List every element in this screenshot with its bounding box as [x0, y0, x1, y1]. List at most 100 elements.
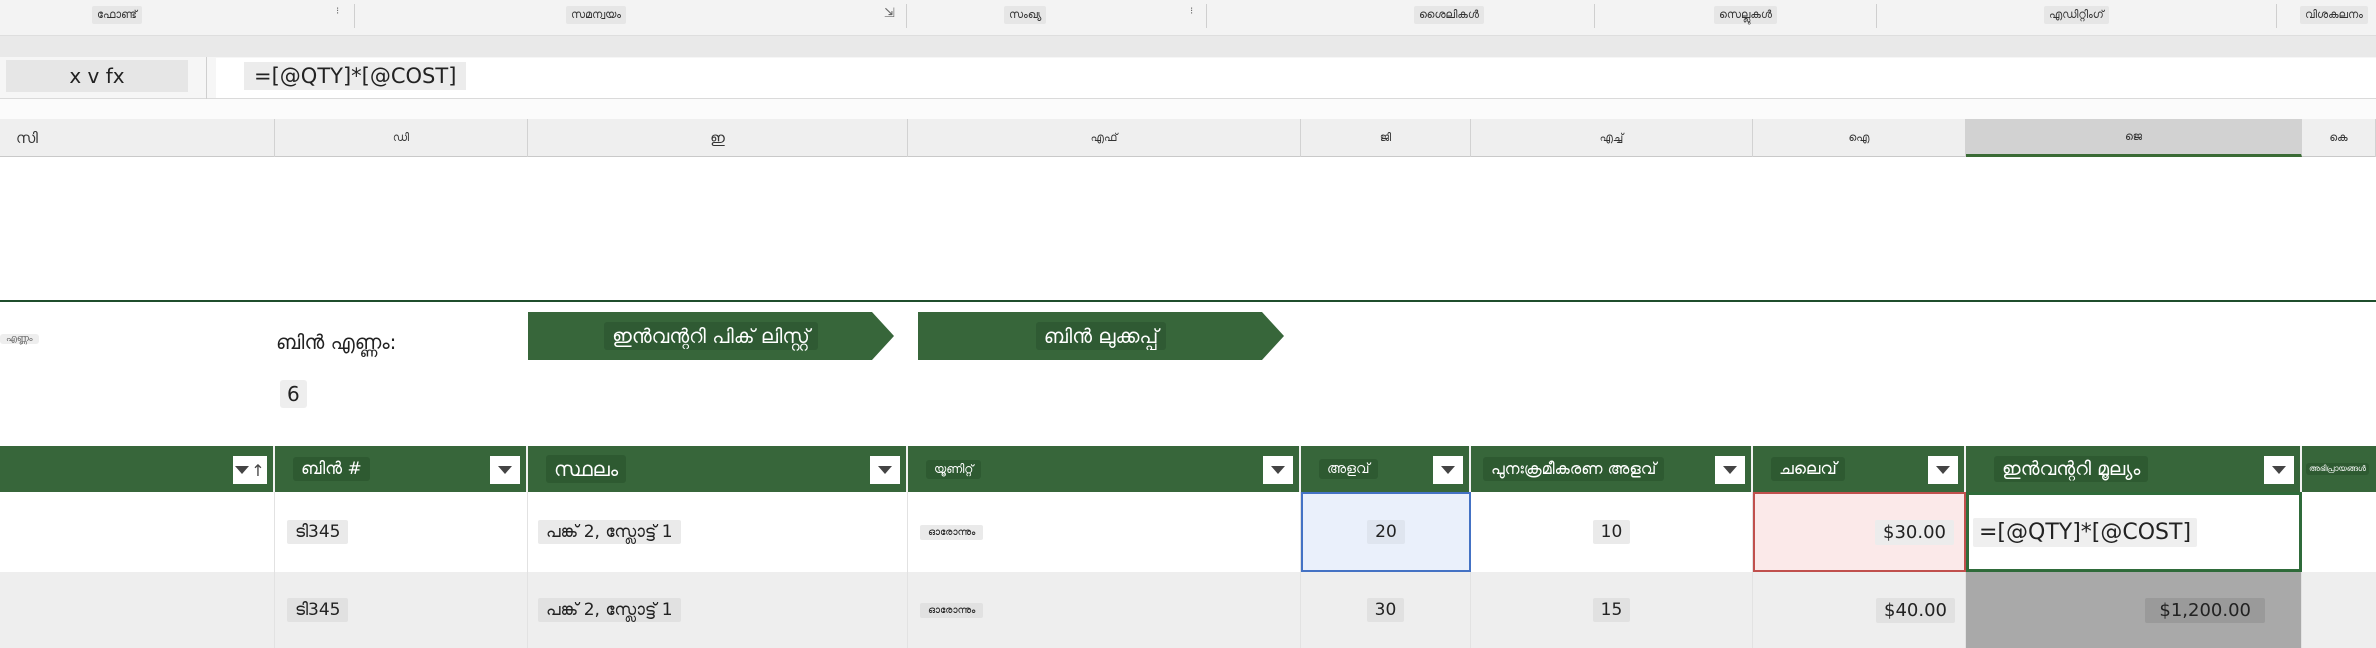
column-header-d[interactable]: ഡി [275, 119, 528, 157]
column-header-k[interactable]: കെ [2302, 119, 2376, 157]
filter-button-location[interactable] [870, 456, 900, 484]
formula-text[interactable]: =[@QTY]*[@COST] [244, 62, 467, 90]
sort-filter-button[interactable]: ↑ [233, 456, 267, 484]
filter-button-unit[interactable] [1263, 456, 1293, 484]
count-label: എണ്ണം [0, 334, 39, 344]
ribbon-group-cells[interactable]: സെല്ലുകൾ [1714, 6, 1777, 24]
cost-cell[interactable]: $40.00 [1753, 572, 1966, 648]
column-header-e[interactable]: ഇ [528, 119, 908, 157]
column-header-row: സി ഡി ഇ എഫ് ജി എച്ച് ഐ ജെ കെ [0, 119, 2376, 157]
header-bin-label: ബിൻ # [293, 457, 370, 481]
bin-value: ടി345 [287, 598, 349, 622]
inventory-value-cell[interactable]: $1,200.00 [1966, 572, 2302, 648]
ribbon-divider [1206, 4, 1207, 28]
ribbon-group-number[interactable]: സംഖ്യ [1004, 6, 1047, 24]
location-cell[interactable]: പങ്ക് 2, സ്ലോട്ട് 1 [528, 492, 908, 572]
ribbon-group-editing[interactable]: എഡിറ്റിംഗ് [2044, 6, 2109, 24]
table-header-comments: അഭിപ്രായങ്ങൾ [2302, 446, 2376, 492]
ribbon: ഫോണ്ട് ⁝ സമന്വയം ⇲ സംഖ്യ ⁝ ശൈലികൾ സെല്ലു… [0, 0, 2376, 36]
ribbon-group-font[interactable]: ഫോണ്ട് [92, 6, 142, 24]
ribbon-divider [2276, 4, 2277, 28]
header-unit-label: യൂണിറ്റ് [926, 459, 982, 479]
sort-arrow-icon: ↑ [251, 460, 265, 480]
column-header-f[interactable]: എഫ് [908, 119, 1301, 157]
chevron-down-icon [2272, 466, 2286, 474]
reorder-cell[interactable]: 10 [1471, 492, 1753, 572]
cost-value: $40.00 [1876, 597, 1955, 623]
alignment-launcher-icon[interactable]: ⇲ [884, 6, 895, 21]
column-header-h[interactable]: എച്ച് [1471, 119, 1753, 157]
number-launcher-icon[interactable]: ⁝ [1190, 6, 1193, 17]
unit-cell[interactable]: ഓരോന്നും [908, 492, 1301, 572]
chevron-down-icon [498, 466, 512, 474]
qty-cell[interactable]: 20 [1301, 492, 1471, 572]
bin-cell[interactable]: ടി345 [275, 492, 528, 572]
formula-input[interactable] [216, 58, 2376, 98]
column-header-j[interactable]: ജെ [1966, 119, 2302, 157]
reorder-cell[interactable]: 15 [1471, 572, 1753, 648]
header-value-label: ഇൻവന്ററി മൂല്യം [1994, 456, 2149, 482]
header-location-label: സ്ഥലം [546, 455, 627, 483]
header-reorder-label: പുനഃക്രമീകരണ അളവ് [1483, 457, 1665, 481]
ribbon-group-styles[interactable]: ശൈലികൾ [1414, 6, 1484, 24]
comments-cell[interactable] [2302, 572, 2376, 648]
comments-cell[interactable] [2302, 492, 2376, 572]
cost-cell[interactable]: $30.00 [1753, 492, 1966, 572]
formula-bar-divider [206, 57, 207, 99]
title-band-border [0, 300, 2376, 302]
bin-value: ടി345 [287, 520, 349, 544]
inventory-pick-list-label: ഇൻവന്ററി പിക് ലിസ്റ്റ് [604, 322, 818, 350]
filter-button-bin[interactable] [490, 456, 520, 484]
table-header-value: ഇൻവന്ററി മൂല്യം [1966, 446, 2302, 492]
table-header-cost: ചലെവ് [1753, 446, 1966, 492]
table-header-location: സ്ഥലം [528, 446, 908, 492]
ribbon-divider [1594, 4, 1595, 28]
ribbon-group-alignment[interactable]: സമന്വയം [566, 6, 627, 24]
inventory-value-cell-editing[interactable]: =[@QTY]*[@COST] [1966, 492, 2302, 572]
bin-lookup-label: ബിൻ ലുക്കപ്പ് [1036, 322, 1167, 350]
chevron-down-icon [1441, 466, 1455, 474]
bin-lookup-button[interactable]: ബിൻ ലുക്കപ്പ് [918, 312, 1284, 360]
table-header-bin: ബിൻ # [275, 446, 528, 492]
name-box[interactable]: x v fx [6, 60, 188, 92]
chevron-down-icon [878, 466, 892, 474]
ribbon-divider [906, 4, 907, 28]
filter-button-value[interactable] [2264, 456, 2294, 484]
ribbon-group-analysis[interactable]: വിശകലനം [2300, 6, 2368, 24]
table-header-corner: ↑ [0, 446, 275, 492]
column-header-c[interactable]: സി [0, 119, 275, 157]
location-cell[interactable]: പങ്ക് 2, സ്ലോട്ട് 1 [528, 572, 908, 648]
cost-value: $30.00 [1875, 519, 1954, 545]
bin-count-label: ബിൻ എണ്ണം: [276, 330, 397, 354]
table-header-unit: യൂണിറ്റ് [908, 446, 1301, 492]
filter-button-cost[interactable] [1928, 456, 1958, 484]
table-row: ടി345 പങ്ക് 2, സ്ലോട്ട് 1 ഓരോന്നും 30 15… [0, 572, 2376, 648]
chevron-down-icon [1723, 466, 1737, 474]
ribbon-gap [0, 36, 2376, 57]
filter-button-qty[interactable] [1433, 456, 1463, 484]
column-header-i[interactable]: ഐ [1753, 119, 1966, 157]
font-launcher-icon[interactable]: ⁝ [336, 6, 339, 17]
inventory-value: $1,200.00 [2145, 597, 2265, 623]
header-qty-label: അളവ് [1319, 459, 1378, 479]
reorder-value: 10 [1592, 520, 1631, 544]
ribbon-divider [1876, 4, 1877, 28]
filter-button-reorder[interactable] [1715, 456, 1745, 484]
chevron-down-icon [1271, 466, 1285, 474]
row-gutter-cell[interactable] [0, 572, 275, 648]
qty-value: 20 [1367, 520, 1405, 544]
chevron-down-icon [1936, 466, 1950, 474]
bin-count-value[interactable]: 6 [280, 380, 307, 408]
qty-cell[interactable]: 30 [1301, 572, 1471, 648]
header-comments-label: അഭിപ്രായങ്ങൾ [2306, 463, 2369, 475]
formula-bar-gap [0, 99, 2376, 119]
reorder-value: 15 [1592, 598, 1631, 622]
row-gutter-cell[interactable] [0, 492, 275, 572]
unit-value: ഓരോന്നും [920, 524, 984, 540]
unit-cell[interactable]: ഓരോന്നും [908, 572, 1301, 648]
location-value: പങ്ക് 2, സ്ലോട്ട് 1 [538, 520, 681, 544]
bin-cell[interactable]: ടി345 [275, 572, 528, 648]
column-header-g[interactable]: ജി [1301, 119, 1471, 157]
inventory-pick-list-button[interactable]: ഇൻവന്ററി പിക് ലിസ്റ്റ് [528, 312, 894, 360]
table-header-row: ↑ ബിൻ # സ്ഥലം യൂണിറ്റ് അളവ് പുനഃക്രമീകരണ… [0, 446, 2376, 492]
